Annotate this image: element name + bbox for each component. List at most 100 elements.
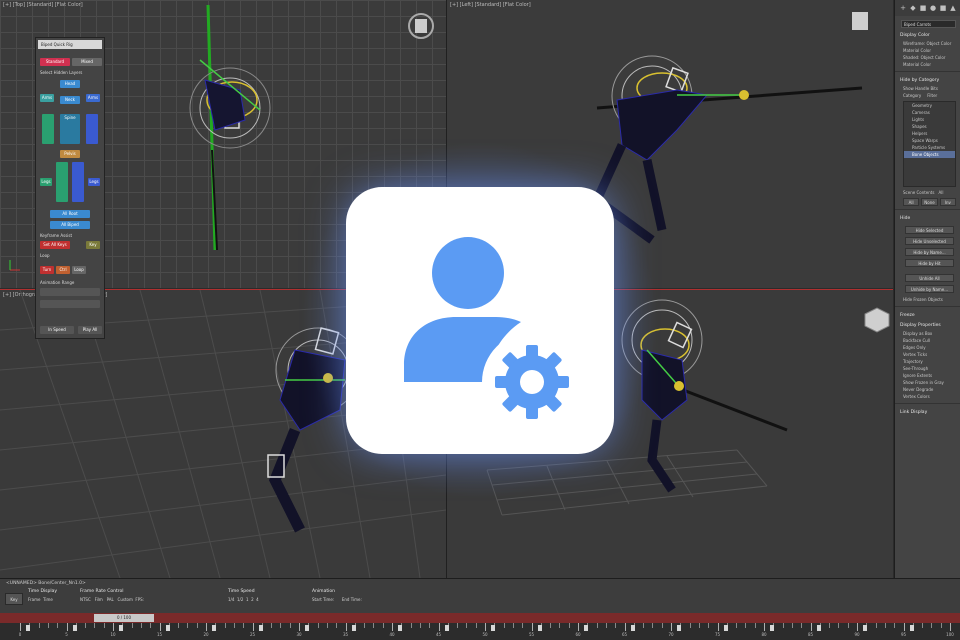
keyframe-marker[interactable]: [584, 625, 588, 631]
category-cameras[interactable]: Cameras: [904, 109, 955, 116]
category-lights[interactable]: Lights: [904, 116, 955, 123]
never-degrade-checkbox[interactable]: Never Degrade: [895, 386, 960, 393]
keyframe-marker[interactable]: [398, 625, 402, 631]
vertex-colors-checkbox[interactable]: Vertex Colors: [895, 393, 960, 400]
track-bar[interactable]: 0 5 10 15 20 25 30 35 40 45 50 55 60 65 70 75 80 85 90 95 10…: [0, 623, 960, 640]
hide-by-category-section[interactable]: Hide by Category: [895, 75, 960, 85]
speed-4x[interactable]: 4: [256, 597, 259, 602]
frame-rate-group[interactable]: Frame Rate Control NTSC Film PAL Custom …: [80, 589, 144, 602]
category-helpers[interactable]: Helpers: [904, 130, 955, 137]
keyframe-marker[interactable]: [909, 625, 914, 631]
invert-button[interactable]: Inv: [939, 198, 956, 206]
keyframe-marker[interactable]: [537, 625, 542, 631]
wireframe-material-radio[interactable]: Material Color: [895, 47, 960, 54]
keyframe-marker[interactable]: [816, 625, 821, 631]
keyframe-marker[interactable]: [212, 625, 216, 631]
category-shapes[interactable]: Shapes: [904, 123, 955, 130]
keyframe-marker[interactable]: [444, 625, 449, 631]
edges-only-checkbox[interactable]: Edges Only: [895, 344, 960, 351]
keyframe-marker[interactable]: [305, 625, 309, 631]
show-frozen-gray-checkbox[interactable]: Show Frozen in Gray: [895, 379, 960, 386]
range-field[interactable]: [40, 288, 100, 296]
keyframe-marker[interactable]: [26, 625, 30, 631]
hide-by-hit-button[interactable]: Hide by Hit: [905, 259, 954, 267]
all-biped-button[interactable]: All Biped: [50, 221, 90, 229]
loop-button[interactable]: Loop: [72, 266, 86, 274]
unhide-all-button[interactable]: Unhide All: [905, 274, 954, 282]
all-button[interactable]: All: [903, 198, 920, 206]
speed-half[interactable]: 1/2: [237, 597, 243, 602]
hide-unselected-button[interactable]: Hide Unselected: [905, 237, 954, 245]
left-arm-chain[interactable]: [42, 114, 54, 144]
all-none-inv-buttons[interactable]: All None Inv: [903, 198, 956, 206]
link-display-section[interactable]: Link Display: [895, 407, 960, 417]
left-leg-chain[interactable]: [56, 162, 68, 202]
animation-group[interactable]: Animation Start Time: End Time:: [312, 589, 362, 602]
motion-tab-icon[interactable]: ●: [929, 4, 937, 12]
category-tab[interactable]: Category: [903, 93, 921, 98]
show-handle-bits-checkbox[interactable]: Show Handle Bits: [895, 85, 960, 92]
object-name-field[interactable]: Biped Carrots: [901, 20, 956, 28]
command-panel-tabs[interactable]: + ◆ ■ ● ■ ▲: [895, 0, 960, 16]
ntsc-radio[interactable]: NTSC: [80, 597, 91, 602]
keyframe-marker[interactable]: [723, 625, 728, 631]
freeze-section[interactable]: Freeze: [895, 310, 960, 320]
time-display-group[interactable]: Time Display Frame Time: [28, 589, 57, 602]
right-arm-chain[interactable]: [86, 114, 98, 144]
command-panel[interactable]: + ◆ ■ ● ■ ▲ Biped Carrots Display Color …: [894, 0, 960, 578]
time-slider-track[interactable]: 0 / 100: [0, 613, 960, 623]
backface-cull-checkbox[interactable]: Backface Cull: [895, 337, 960, 344]
legs-left-button[interactable]: Legs: [40, 178, 52, 186]
key-button[interactable]: Key: [86, 241, 100, 249]
display-color-section[interactable]: Display Color: [895, 30, 960, 40]
hierarchy-tab-icon[interactable]: ■: [919, 4, 927, 12]
custom-radio[interactable]: Custom: [118, 597, 133, 602]
none-button[interactable]: None: [921, 198, 938, 206]
hide-section[interactable]: Hide: [895, 213, 960, 223]
trajectory-checkbox[interactable]: Trajectory: [895, 358, 960, 365]
pelvis-button[interactable]: Pelvis: [60, 150, 80, 158]
modify-tab-icon[interactable]: ◆: [909, 4, 917, 12]
key-mode-button[interactable]: Key: [5, 593, 23, 605]
hide-frozen-objects-checkbox[interactable]: Hide Frozen Objects: [895, 296, 960, 303]
time-slider[interactable]: 0 / 100: [94, 614, 154, 622]
right-leg-chain[interactable]: [72, 162, 84, 202]
display-properties-section[interactable]: Display Properties: [895, 320, 960, 330]
pal-radio[interactable]: PAL: [107, 597, 114, 602]
head-button[interactable]: Head: [60, 80, 80, 88]
all-radio[interactable]: All: [938, 190, 943, 195]
set-all-keys-button[interactable]: Set All Keys: [40, 241, 70, 249]
category-bone-objects[interactable]: Bone Objects: [904, 151, 955, 158]
keyframe-marker[interactable]: [258, 625, 263, 631]
shaded-color-radio[interactable]: Shaded: Object Color: [895, 54, 960, 61]
wireframe-color-radio[interactable]: Wireframe: Object Color: [895, 40, 960, 47]
keyframe-marker[interactable]: [770, 625, 774, 631]
arms-left-button[interactable]: Arms: [40, 94, 54, 102]
all-root-button[interactable]: All Root: [50, 210, 90, 218]
biped-rig-panel[interactable]: Biped Quick Rig Standard Mixed Select Hi…: [35, 37, 105, 339]
film-radio[interactable]: Film: [95, 597, 103, 602]
time-speed-group[interactable]: Time Speed 1/4 1/2 1 2 4: [228, 589, 259, 602]
keyframe-marker[interactable]: [630, 625, 635, 631]
speed-1x[interactable]: 1: [246, 597, 249, 602]
keyframe-marker[interactable]: [677, 625, 681, 631]
ignore-extents-checkbox[interactable]: Ignore Extents: [895, 372, 960, 379]
time-radio[interactable]: Time: [43, 597, 53, 602]
keyframe-marker[interactable]: [165, 625, 170, 631]
mixed-mode-button[interactable]: Mixed: [72, 58, 102, 66]
ctrl-button[interactable]: Ctrl: [56, 266, 70, 274]
category-list[interactable]: Geometry Cameras Lights Shapes Helpers S…: [903, 101, 956, 187]
unhide-by-name-button[interactable]: Unhide by Name...: [905, 285, 954, 293]
speed-quarter[interactable]: 1/4: [228, 597, 234, 602]
scene-contents-row[interactable]: Scene Contents All: [895, 189, 960, 196]
keyframe-marker[interactable]: [351, 625, 356, 631]
time-configuration-bar[interactable]: <UNNAMED> Bone/Center_Nn1.0> Key Time Di…: [0, 578, 960, 640]
keyframe-marker[interactable]: [863, 625, 867, 631]
neck-button[interactable]: Neck: [60, 96, 80, 104]
display-tab-icon[interactable]: ■: [939, 4, 947, 12]
filter-tab[interactable]: Filter: [927, 93, 937, 98]
category-particle-systems[interactable]: Particle Systems: [904, 144, 955, 151]
utilities-tab-icon[interactable]: ▲: [949, 4, 957, 12]
in-speed-dropdown[interactable]: In Speed: [40, 326, 74, 334]
vertex-ticks-checkbox[interactable]: Vertex Ticks: [895, 351, 960, 358]
